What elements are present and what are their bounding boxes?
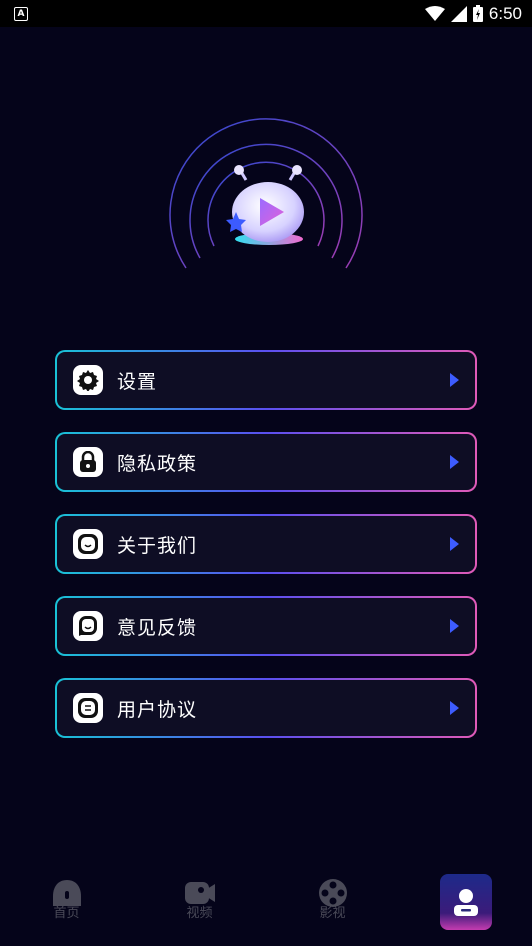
menu-item-privacy-policy[interactable]: 隐私政策 (55, 432, 477, 492)
menu-item-label: 隐私政策 (117, 452, 198, 475)
status-time: 6:50 (488, 3, 522, 23)
profile-icon (453, 889, 478, 916)
signal-icon (450, 5, 467, 22)
nav-item-home[interactable]: 首页 (17, 866, 117, 921)
menu-item-settings[interactable]: 设置 (55, 350, 477, 410)
menu-item-user-agreement[interactable]: 用户协议 (55, 678, 477, 738)
nav-active-highlight (439, 874, 492, 930)
menu-item-label: 关于我们 (117, 534, 198, 557)
lock-icon (73, 447, 103, 477)
menu-item-label: 设置 (117, 370, 158, 393)
chevron-right-icon (450, 701, 459, 715)
menu-item-label: 用户协议 (117, 698, 198, 721)
menu-item-label: 意见反馈 (117, 616, 198, 639)
menu-item-about-us[interactable]: 关于我们 (55, 514, 477, 574)
bottom-nav: 首页 视频 影视 (0, 866, 532, 946)
settings-menu: 设置 隐私政策 关于我们 意见反馈 用户协议 (55, 350, 477, 760)
feedback-icon (73, 611, 103, 641)
nav-item-video[interactable]: 视频 (150, 866, 250, 921)
nav-label: 视频 (186, 906, 213, 921)
smile-icon (73, 529, 103, 559)
gear-icon (73, 365, 103, 395)
status-bar: A 6:50 (0, 0, 532, 27)
document-icon (73, 693, 103, 723)
chevron-right-icon (450, 373, 459, 387)
hero-logo (166, 108, 366, 278)
wifi-icon (424, 5, 445, 21)
mascot-play-icon (169, 118, 363, 269)
chevron-right-icon (450, 619, 459, 633)
nav-label: 首页 (53, 906, 80, 921)
notification-a-icon: A (14, 6, 28, 21)
chevron-right-icon (450, 537, 459, 551)
nav-item-profile[interactable] (416, 866, 516, 930)
battery-icon (472, 5, 483, 22)
nav-label: 影视 (319, 906, 346, 921)
nav-item-movies[interactable]: 影视 (283, 866, 383, 921)
menu-item-feedback[interactable]: 意见反馈 (55, 596, 477, 656)
chevron-right-icon (450, 455, 459, 469)
